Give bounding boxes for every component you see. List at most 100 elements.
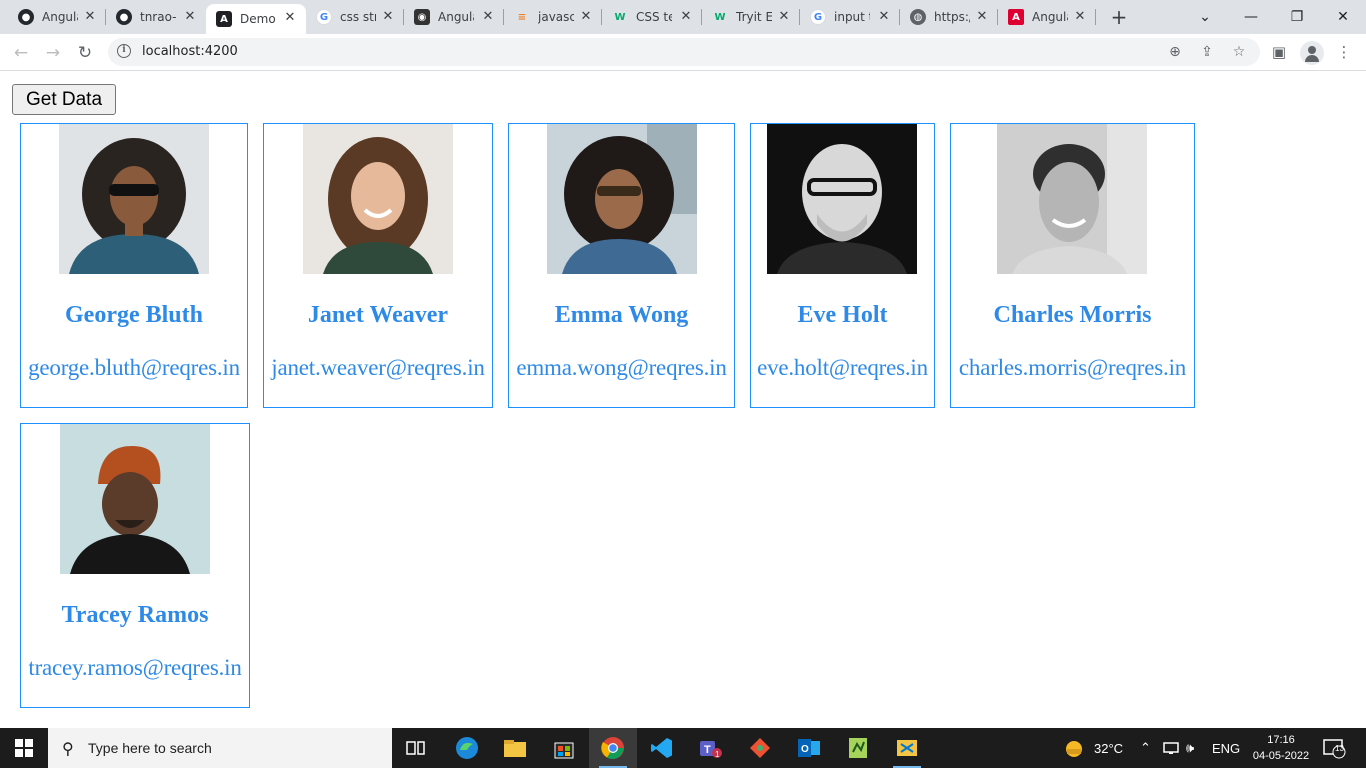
new-tab-button[interactable]: + [1108, 7, 1130, 29]
avatar [767, 124, 917, 274]
tab-title: Angula [42, 10, 78, 24]
tab-close-icon[interactable]: ✕ [480, 9, 496, 25]
get-data-button[interactable]: Get Data [12, 84, 116, 115]
taskbar-clock[interactable]: 17:16 04-05-2022 [1246, 732, 1316, 764]
file-explorer-icon[interactable] [491, 728, 539, 768]
tab-close-icon[interactable]: ✕ [380, 9, 396, 25]
git-kraken-icon[interactable] [736, 728, 784, 768]
share-icon[interactable]: ⇪ [1198, 43, 1216, 61]
edge-browser-icon[interactable] [443, 728, 491, 768]
tab-angular-docs[interactable]: A Angula ✕ [998, 0, 1096, 34]
tab-close-icon[interactable]: ✕ [776, 9, 792, 25]
tab-search-chevron-icon[interactable]: ⌄ [1182, 0, 1228, 34]
avatar [997, 124, 1147, 274]
vscode-icon[interactable] [638, 728, 686, 768]
user-name: Tracey Ramos [61, 602, 209, 628]
tab-close-icon[interactable]: ✕ [578, 9, 594, 25]
globe-icon: ◍ [910, 9, 926, 25]
windows-start-icon[interactable] [0, 728, 48, 768]
site-info-icon[interactable]: i [117, 44, 131, 58]
tab-close-icon[interactable]: ✕ [876, 9, 892, 25]
user-card-charles-morris: Charles Morris charles.morris@reqres.in [950, 123, 1195, 408]
temperature-text: 32°C [1094, 740, 1124, 756]
taskbar-search-box[interactable]: ⚲ Type here to search [48, 728, 392, 768]
tab-tryit-w3schools[interactable]: W Tryit Ed ✕ [702, 0, 800, 34]
show-hidden-icons-chevron-icon[interactable]: ⌃ [1140, 728, 1151, 768]
avatar [59, 124, 209, 274]
notepad-plus-icon[interactable] [834, 728, 882, 768]
github-icon: ● [18, 9, 34, 25]
network-icon[interactable] [1163, 728, 1181, 768]
tab-title: CSS te [636, 10, 672, 24]
tab-https-globe[interactable]: ◍ https:/ ✕ [900, 0, 998, 34]
teams-icon[interactable]: T1 [687, 728, 735, 768]
tab-css-w3schools[interactable]: W CSS te ✕ [602, 0, 702, 34]
forward-arrow-icon[interactable]: → [40, 40, 66, 66]
tab-close-icon[interactable]: ✕ [678, 9, 694, 25]
tab-close-icon[interactable]: ✕ [974, 9, 990, 25]
tab-demo-active[interactable]: A Demo ✕ [206, 4, 306, 34]
stackoverflow-icon: ≡ [517, 11, 527, 23]
google-icon: G [810, 9, 826, 25]
user-card-emma-wong: Emma Wong emma.wong@reqres.in [508, 123, 735, 408]
profile-avatar-icon[interactable] [1300, 41, 1324, 65]
tab-close-icon[interactable]: ✕ [1072, 9, 1088, 25]
tab-title: Demo [240, 12, 276, 26]
restore-icon[interactable]: ❐ [1274, 0, 1320, 34]
user-name: Janet Weaver [307, 302, 449, 328]
search-placeholder: Type here to search [88, 740, 212, 756]
tab-javascript-stackoverflow[interactable]: ≡ javascr ✕ [504, 0, 602, 34]
tab-close-icon[interactable]: ✕ [82, 9, 98, 25]
tab-input-google[interactable]: G input t ✕ [800, 0, 900, 34]
user-card-eve-holt: Eve Holt eve.holt@reqres.in [750, 123, 935, 408]
page-content: Get Data George Bluth george.bluth@reqre… [0, 71, 1366, 728]
svg-text:O: O [801, 744, 809, 755]
snipping-tool-icon[interactable] [883, 728, 931, 768]
language-indicator[interactable]: ENG [1212, 728, 1240, 768]
tab-tnrao-github[interactable]: ● tnrao- ✕ [106, 0, 206, 34]
chrome-menu-icon[interactable]: ⋮ [1334, 42, 1354, 62]
avatar-body [1305, 55, 1319, 62]
bookmark-star-icon[interactable]: ☆ [1230, 43, 1248, 61]
tab-title: Angula [1032, 10, 1068, 24]
clock-date: 04-05-2022 [1252, 750, 1310, 762]
notification-center-icon[interactable]: 13 [1322, 728, 1346, 768]
close-window-icon[interactable]: ✕ [1320, 0, 1366, 34]
tab-angular-grepper[interactable]: ◉ Angula ✕ [404, 0, 504, 34]
user-email: emma.wong@reqres.in [516, 355, 727, 380]
task-view-icon[interactable] [392, 728, 440, 768]
user-card-george-bluth: George Bluth george.bluth@reqres.in [20, 123, 248, 408]
volume-icon[interactable]: 🕪 [1186, 728, 1194, 768]
weather-widget[interactable]: 32°C [1064, 728, 1123, 768]
tab-title: css stri [340, 10, 376, 24]
tab-css-google[interactable]: G css stri ✕ [306, 0, 404, 34]
angular-red-icon: A [1008, 9, 1024, 25]
browser-tab-strip: ● Angula ✕ ● tnrao- ✕ A Demo ✕ G css str… [0, 0, 1366, 34]
reload-icon[interactable]: ↻ [72, 40, 98, 66]
side-panel-icon[interactable]: ▣ [1269, 42, 1289, 62]
tab-title: Angula [438, 10, 474, 24]
browser-toolbar: ← → ↻ i localhost:4200 ⊕ ⇪ ☆ ▣ ⋮ [0, 34, 1366, 71]
tab-angular-github-1[interactable]: ● Angula ✕ [8, 0, 106, 34]
notification-count: 13 [1335, 744, 1344, 753]
user-email: tracey.ramos@reqres.in [28, 655, 242, 680]
tab-close-icon[interactable]: ✕ [182, 9, 198, 25]
user-email: charles.morris@reqres.in [958, 355, 1187, 380]
address-bar[interactable]: i localhost:4200 ⊕ ⇪ ☆ [108, 38, 1260, 66]
outlook-icon[interactable]: O [785, 728, 833, 768]
user-name: Charles Morris [993, 302, 1152, 328]
tab-title: tnrao- [140, 10, 176, 24]
codegrepper-icon: ◉ [414, 9, 430, 25]
back-arrow-icon[interactable]: ← [8, 40, 34, 66]
svg-text:T: T [704, 744, 711, 756]
zoom-icon[interactable]: ⊕ [1166, 43, 1184, 61]
tab-close-icon[interactable]: ✕ [282, 10, 298, 26]
url-text[interactable]: localhost:4200 [142, 44, 238, 59]
microsoft-store-icon[interactable] [540, 728, 588, 768]
minimize-icon[interactable]: — [1228, 0, 1274, 34]
w3schools-icon: W [614, 11, 626, 23]
windows-taskbar: ⚲ Type here to search T1 O 32°C ⌃ 🕪 ENG … [0, 728, 1366, 768]
chrome-taskbar-icon[interactable] [589, 728, 637, 768]
user-card-tracey-ramos: Tracey Ramos tracey.ramos@reqres.in [20, 423, 250, 708]
user-card-janet-weaver: Janet Weaver janet.weaver@reqres.in [263, 123, 493, 408]
